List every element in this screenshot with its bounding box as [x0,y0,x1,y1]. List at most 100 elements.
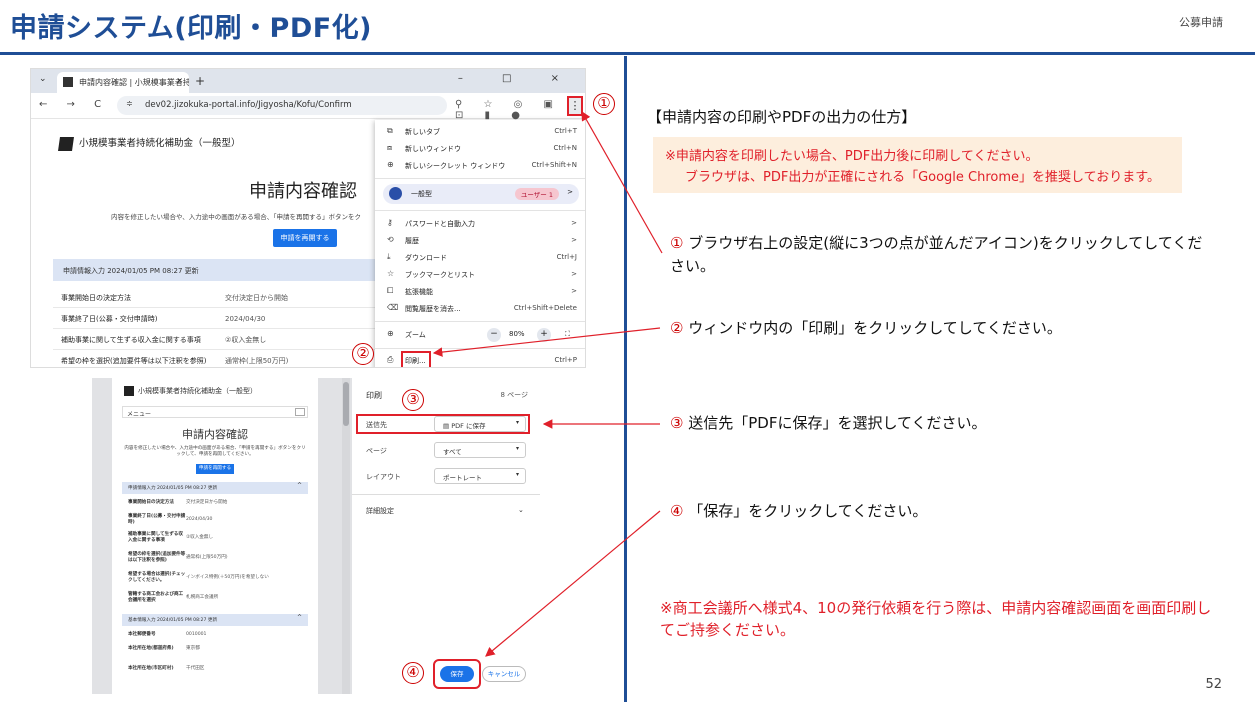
edit-icon [124,386,134,396]
preview-page: 小規模事業者持続化補助金（一般型） メニュー 申請内容確認 内容を修正したい場合… [112,378,318,694]
menu-separator [375,210,585,211]
menu-item-history[interactable]: ⟲ 履歴 > [375,233,585,249]
pages-select[interactable]: すべて ▾ [434,442,526,458]
note-line-2: ブラウザは、PDF出力が正確にされる「Google Chrome」を推奨しており… [685,170,1160,185]
print-highlight [401,351,431,367]
cancel-button[interactable]: キャンセル [482,666,526,682]
menu-item-extensions[interactable]: ⧠ 拡張機能 > [375,284,585,300]
menu-item-profile[interactable]: 一般型 ユーザー 1 > [383,184,579,204]
zoom-value: 80% [509,330,525,338]
key-icon: ⚷ [387,218,393,227]
page-count: 8 ページ [500,391,528,399]
preview-instruction: 内容を修正したい場合や、入力途中の画面がある場合、「申請を再開する」ボタンをクリ… [124,446,306,458]
header-rule [0,52,1255,55]
chevron-down-icon: ⌄ [518,506,524,514]
menu-item-bookmarks[interactable]: ☆ ブックマークとリスト > [375,267,585,283]
settings-separator [352,494,540,495]
avatar [389,187,402,200]
menu-item-clear-history[interactable]: ⌫ 閲覧履歴を消去... Ctrl+Shift+Delete [375,301,585,317]
new-window-icon: ⧈ [387,143,393,152]
reopen-button[interactable]: 申請を再開する [273,229,337,247]
edit-icon [58,136,74,151]
page-title: 申請システム(印刷・PDF化) [10,13,373,44]
puzzle-icon: ⧠ [387,286,394,295]
step-4: ④ 「保存」をクリックしてください。 [670,502,928,520]
menu-item-print[interactable]: ⎙ 印刷... Ctrl+P [375,351,585,367]
browser-screenshot: ⌄ 申請内容確認 | 小規模事業者持 × + – □ × ← → C ⌂ ≑ d… [30,68,586,368]
window-controls[interactable]: – □ × [458,73,577,84]
row-divider [53,307,375,308]
preview-menu: メニュー [122,406,308,418]
zoom-in-button[interactable]: + [537,328,551,342]
tab-bar: ⌄ 申請内容確認 | 小規模事業者持 × + – □ × [31,69,585,93]
trash-icon: ⌫ [387,303,399,312]
new-tab-button[interactable]: + [195,74,205,88]
save-button[interactable]: 保存 [440,666,474,682]
grant-name: 小規模事業者持続化補助金（一般型） [58,135,241,151]
menu-item-incognito[interactable]: ⊕ 新しいシークレット ウィンドウ Ctrl+Shift+N [375,158,585,174]
preview-title: 申請内容確認 [182,428,248,441]
marker-1: ① [593,93,615,115]
close-tab-icon[interactable]: × [176,76,183,85]
print-settings: 印刷 8 ページ 送信先 ▤ PDF に保存 ▾ ページ すべて ▾ レイアウト ポ… [352,378,540,694]
arrow-1 [581,110,663,254]
menu-separator [375,348,585,349]
confirm-instruction: 内容を修正したい場合や、入力途中の画面がある場合、「申請を再開する」ボタンをク [111,213,362,221]
toolbar-icons[interactable]: ⚲ ☆ ◎ ▣ ⊡ ▮ ● [455,99,585,121]
marker-2: ② [352,343,374,365]
category-label: 公募申請 [1179,16,1223,29]
chevron-down-icon: ▾ [515,471,519,478]
pages-label: ページ [366,447,387,455]
layout-select[interactable]: ポートレート ▾ [434,468,526,484]
menu-item-zoom: ⊕ ズーム − 80% + ⛶ [375,327,585,343]
row-divider [53,349,375,350]
tab-list-icon[interactable]: ⌄ [39,74,47,84]
history-icon: ⟲ [387,235,394,244]
confirm-title: 申請内容確認 [249,181,357,202]
layout-label: レイアウト [366,473,401,481]
marker-3: ③ [402,389,424,411]
column-divider [624,56,627,702]
preview-reopen-button: 申請を再開する [196,464,234,474]
tab-title: 申請内容確認 | 小規模事業者持 [79,78,189,87]
star-icon: ☆ [387,269,395,278]
preview-band: 申請情報入力 2024/01/05 PM 08:27 更新 ^ [122,482,308,494]
chrome-menu-button[interactable]: ⋮ [567,96,583,116]
table-row: 希望の枠を選択(追加要件等は以下注釈を参照) 通常枠(上限50万円) [61,357,289,365]
address-bar: ← → C ⌂ ≑ dev02.jizokuka-portal.info/Jig… [31,93,585,121]
step-1: ① ブラウザ右上の設定(縦に3つの点が並んだアイコン)をクリックしてしてください… [670,234,1203,275]
confirm-page: 小規模事業者持続化補助金（一般型） 申請内容確認 内容を修正したい場合や、入力途… [31,121,375,367]
preview-row: 本社所在地(市区町村) 千代田区 [128,666,205,671]
preview-row: 希望の枠を選択(追加要件等は以下注釈を参照)通常枠(上限50万円) [128,552,228,563]
fullscreen-icon[interactable]: ⛶ [565,330,570,339]
chevron-up-icon: ^ [296,614,302,621]
footer-note: ※商工会議所へ様式4、10の発行依頼を行う際は、申請内容確認画面を画面印刷してご… [660,599,1212,639]
print-title: 印刷 [366,391,382,400]
chrome-note: ※申請内容を印刷したい場合、PDF出力後に印刷してください。 ブラウザは、PDF… [653,137,1182,193]
chevron-up-icon: ^ [296,482,302,489]
marker-4: ④ [402,662,424,684]
instructions-heading: 【申請内容の印刷やPDFの出力の仕方】 [647,108,917,126]
site-info-icon[interactable]: ≑ [126,99,133,108]
browser-tab[interactable]: 申請内容確認 | 小規模事業者持 × [57,72,189,93]
zoom-out-button[interactable]: − [487,328,501,342]
chevron-right-icon: > [567,188,573,196]
zoom-icon: ⊕ [387,329,394,338]
url-field[interactable]: ≑ dev02.jizokuka-portal.info/Jigyosha/Ko… [117,96,447,115]
menu-item-passwords[interactable]: ⚷ パスワードと自動入力 > [375,216,585,232]
menu-item-new-window[interactable]: ⧈ 新しいウィンドウ Ctrl+N [375,141,585,157]
download-icon: ⤓ [387,252,391,261]
note-line-1: ※申請内容を印刷したい場合、PDF出力後に印刷してください。 [665,149,1039,164]
preview-scrollbar[interactable] [342,378,350,694]
preview-row: 希望する場合は選択(チェックしてください。インボイス特例(＋50万円)を希望しな… [128,572,269,583]
preview-row: 本社郵便番号 0010001 [128,632,207,637]
more-settings-toggle[interactable]: 詳細設定 ⌄ [366,506,524,516]
menu-item-new-tab[interactable]: ⧉ 新しいタブ Ctrl+T [375,124,585,140]
destination-highlight [356,414,530,434]
incognito-icon: ⊕ [387,160,394,169]
section-band: 申請情報入力 2024/01/05 PM 08:27 更新 [53,259,375,281]
menu-item-downloads[interactable]: ⤓ ダウンロード Ctrl+J [375,250,585,266]
preview-row: 管轄する商工会および商工会議所を選択札幌商工会議所 [128,592,219,603]
preview-row: 事業終了日(公募・交付申請時)2024/04/30 [128,514,213,525]
hamburger-icon [295,408,305,416]
